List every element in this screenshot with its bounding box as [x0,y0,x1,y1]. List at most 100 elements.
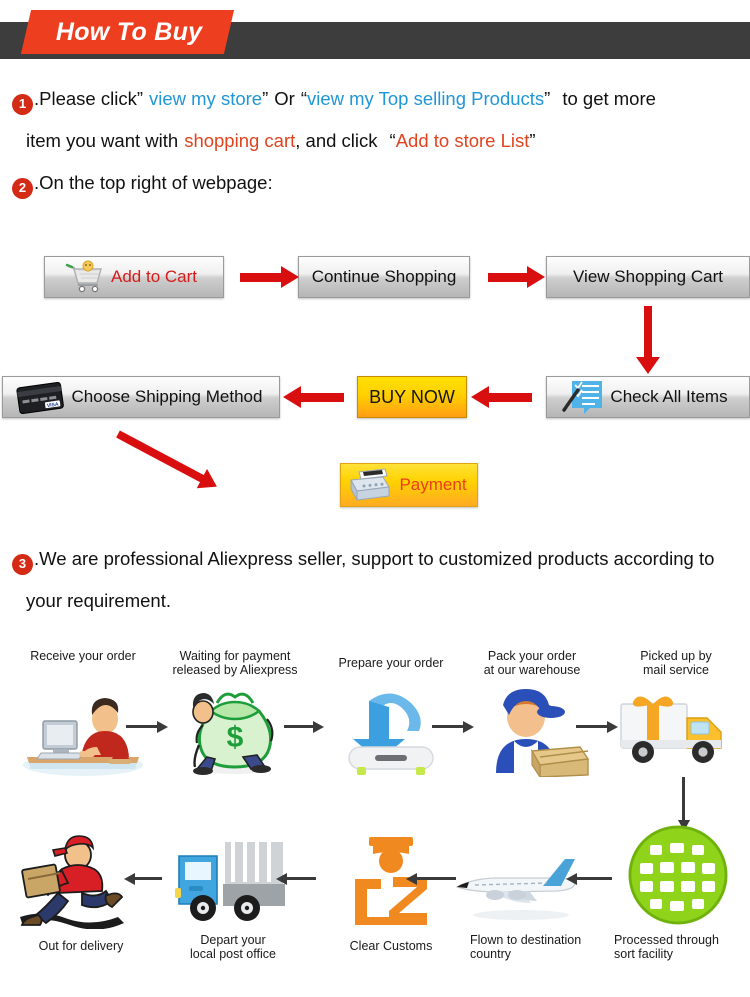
process-arrow-left [406,872,456,885]
ship-caption: released by Aliexpress [172,663,298,677]
ship-caption: Picked up by [640,649,712,663]
choose-shipping-method-button[interactable]: VISA Choose Shipping Method [2,376,280,418]
link-view-my-store[interactable]: view my store [149,78,262,120]
ship-caption: Waiting for payment [179,649,291,663]
green-globe-icon [628,825,728,925]
ship-caption: at our warehouse [483,663,581,677]
step-1-line-2: item you want with shopping cart , and c… [0,120,750,162]
download-arrow-icon [348,693,434,775]
ship-art-picked-up [606,683,750,779]
ship-step-receive-order: Receive your order [8,649,158,663]
step-3-line-2: your requirement. [0,580,750,622]
header-title-tag: How To Buy [20,10,234,54]
step-3-line-1: 3 .We are professional Aliexpress seller… [0,538,750,580]
ship-step-depart-post-office: Depart your local post office [158,933,308,961]
button-label: View Shopping Cart [573,267,723,286]
ship-step-waiting-payment: Waiting for payment released by Aliexpre… [155,649,315,677]
ship-step-clear-customs: Clear Customs [318,939,464,953]
button-label: Choose Shipping Method [71,387,263,406]
step-text-segment: to get more [562,88,656,109]
airplane-icon [455,859,576,920]
page-title: How To Buy [56,17,203,46]
button-label: Payment [399,475,467,494]
flow-arrow-right [240,266,299,288]
step-text-segment: .On the top right of webpage: [34,172,273,193]
flow-arrow-right [488,266,545,288]
ship-step-prepare-order: Prepare your order [318,656,464,670]
continue-shopping-button[interactable]: Continue Shopping [298,256,470,298]
emphasis-add-to-store-list: Add to store List [395,130,530,151]
cash-register-icon [350,468,391,501]
ship-step-flown-destination: Flown to destination country [456,933,612,961]
view-shopping-cart-button[interactable]: View Shopping Cart [546,256,750,298]
instruction-steps: 1 .Please click ” view my store ” Or “ v… [0,78,750,204]
button-label: Add to Cart [111,267,197,286]
link-view-my-top-selling-products[interactable]: view my Top selling Products [307,78,544,120]
ship-step-out-for-delivery: Out for delivery [6,939,156,953]
checklist-icon [562,381,603,414]
ship-art-flown-to-destination [440,841,600,937]
step-number-badge: 2 [12,177,33,199]
purchase-flow-diagram: Add to Cart Continue Shopping View Shopp… [0,248,750,528]
ship-step-sort-facility: Processed through sort facility [608,933,750,961]
step-3-text: .We are professional Aliexpress seller, … [34,548,715,569]
step-text-segment: Or [274,88,295,109]
step-number-badge: 1 [12,93,33,115]
ship-caption: mail service [643,663,709,677]
process-arrow-left [566,872,612,885]
check-all-items-button[interactable]: Check All Items [546,376,750,418]
ship-caption: Depart your [200,933,266,947]
flow-arrow-down [636,306,660,374]
credit-card-icon: VISA [15,381,64,414]
customs-officer-icon [355,837,427,925]
how-to-buy-page: How To Buy 1 .Please click ” view my sto… [0,0,750,997]
ship-caption: Clear Customs [349,939,433,953]
ship-art-sort-facility [606,825,750,925]
flow-arrow-left [471,386,532,408]
step-text-segment: , and click [295,130,378,151]
process-arrow-right [126,720,168,733]
button-label: BUY NOW [369,386,455,407]
person-at-computer-icon [23,698,143,776]
quote-glyph: ” [136,88,143,109]
money-bag-icon: $ [192,692,274,775]
ship-caption: country [470,947,511,961]
shopping-cart-icon [65,260,102,293]
quote-glyph: ” [529,130,536,151]
quote-glyph: ” [262,88,269,109]
flow-arrow-left [283,386,344,408]
ship-step-picked-up: Picked up by mail service [606,649,746,677]
ship-caption: local post office [190,947,276,961]
process-arrow-right [576,720,618,733]
warehouse-worker-icon [496,689,590,777]
ship-caption: Processed through [614,933,719,947]
shipping-process-diagram: Receive your order Waiting for payment r… [0,645,750,997]
process-arrow-left [276,872,316,885]
quote-glyph: ” [544,88,551,109]
step-text-segment: item you want with [26,130,179,151]
delivery-truck-icon [620,696,722,763]
ship-caption: Pack your order [487,649,577,663]
step-number-badge: 3 [12,553,33,575]
svg-text:$: $ [227,721,244,754]
ship-caption: Prepare your order [338,656,444,670]
emphasis-shopping-cart: shopping cart [184,130,296,151]
ship-art-depart-post-office [160,833,310,929]
process-arrow-left [124,872,162,885]
payment-button[interactable]: Payment [340,463,478,507]
step-3-text: your requirement. [26,590,171,611]
ship-art-waiting-payment: $ [160,683,310,779]
ship-art-prepare-order [318,683,464,779]
step-1-line: 1 .Please click ” view my store ” Or “ v… [0,78,750,120]
step-3-block: 3 .We are professional Aliexpress seller… [0,538,750,622]
process-arrow-right [432,720,474,733]
ship-art-pack-order [462,683,608,779]
button-label: Check All Items [610,387,728,406]
process-arrow-right [284,720,324,733]
button-label: Continue Shopping [311,267,457,286]
step-text-segment: .Please click [34,88,137,109]
add-to-cart-button[interactable]: Add to Cart [44,256,224,298]
process-arrow-down [677,777,690,831]
ship-step-pack-order: Pack your order at our warehouse [462,649,602,677]
buy-now-button[interactable]: BUY NOW [357,376,467,418]
